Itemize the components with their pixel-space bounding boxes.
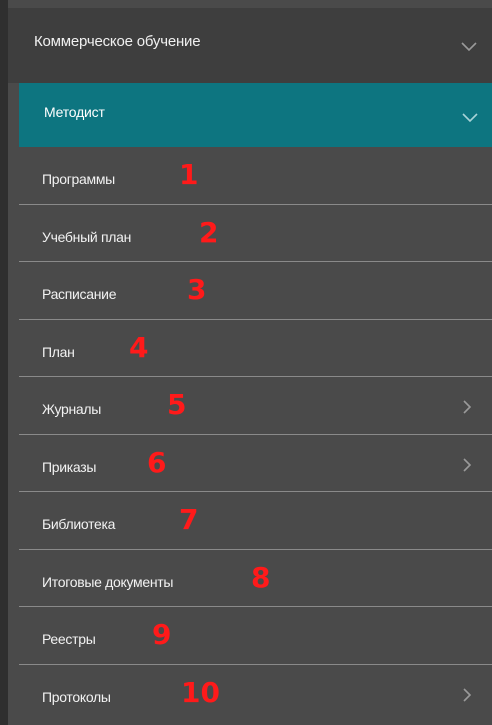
chevron-right-icon: [463, 400, 472, 414]
sidebar-left-strip: [0, 0, 8, 725]
menu-item[interactable]: Программы 1: [19, 147, 492, 205]
annotation-number: 6: [147, 445, 167, 479]
annotation-number: 1: [179, 158, 199, 191]
menu-item-label: Итоговые документы: [42, 573, 174, 590]
menu-item[interactable]: Библиотека 7: [19, 492, 492, 550]
menu-section-label: Коммерческое обучение: [34, 33, 201, 50]
menu-item[interactable]: Итоговые документы 8: [19, 550, 492, 607]
menu-item[interactable]: Учебный план 2: [19, 205, 492, 262]
menu-item-label: Учебный план: [42, 228, 132, 245]
menu-items-list: Программы 1 Учебный план 2 Расписание 3 План 4 Ж…: [19, 147, 492, 722]
annotation-number: 5: [167, 388, 187, 421]
menu-subsection-label: Методист: [44, 104, 105, 120]
menu-item[interactable]: Реестры 9: [19, 607, 492, 665]
menu-item-label: Приказы: [42, 458, 97, 475]
annotation-number: 4: [129, 330, 149, 364]
menu-item-label: Реестры: [42, 631, 96, 647]
annotation-number: 8: [251, 560, 271, 594]
menu-item-label: Программы: [42, 171, 115, 187]
menu-item[interactable]: Приказы 6: [19, 435, 492, 492]
annotation-number: 9: [152, 618, 172, 651]
annotation-number: 7: [179, 503, 199, 536]
menu-item[interactable]: План 4: [19, 320, 492, 377]
menu-item-label: Протоколы: [42, 688, 111, 705]
chevron-down-icon: [461, 42, 477, 52]
annotation-number: 10: [181, 675, 220, 709]
menu-item-label: План: [42, 343, 75, 360]
menu-item[interactable]: Расписание 3: [19, 262, 492, 320]
sidebar-menu: Коммерческое обучение Методист Программы…: [0, 0, 492, 725]
chevron-right-icon: [463, 457, 472, 472]
menu-item-label: Библиотека: [42, 516, 116, 532]
chevron-down-icon: [462, 113, 478, 123]
menu-item-label: Расписание: [42, 286, 117, 302]
annotation-number: 2: [199, 215, 219, 249]
chevron-right-icon: [463, 687, 472, 702]
menu-subsection-methodist[interactable]: Методист: [19, 83, 492, 147]
menu-section-commercial-training[interactable]: Коммерческое обучение: [8, 8, 492, 83]
menu-item[interactable]: Журналы 5: [19, 377, 492, 435]
annotation-number: 3: [187, 273, 207, 306]
menu-item[interactable]: Протоколы 10: [19, 665, 492, 723]
menu-item-label: Журналы: [42, 401, 102, 417]
